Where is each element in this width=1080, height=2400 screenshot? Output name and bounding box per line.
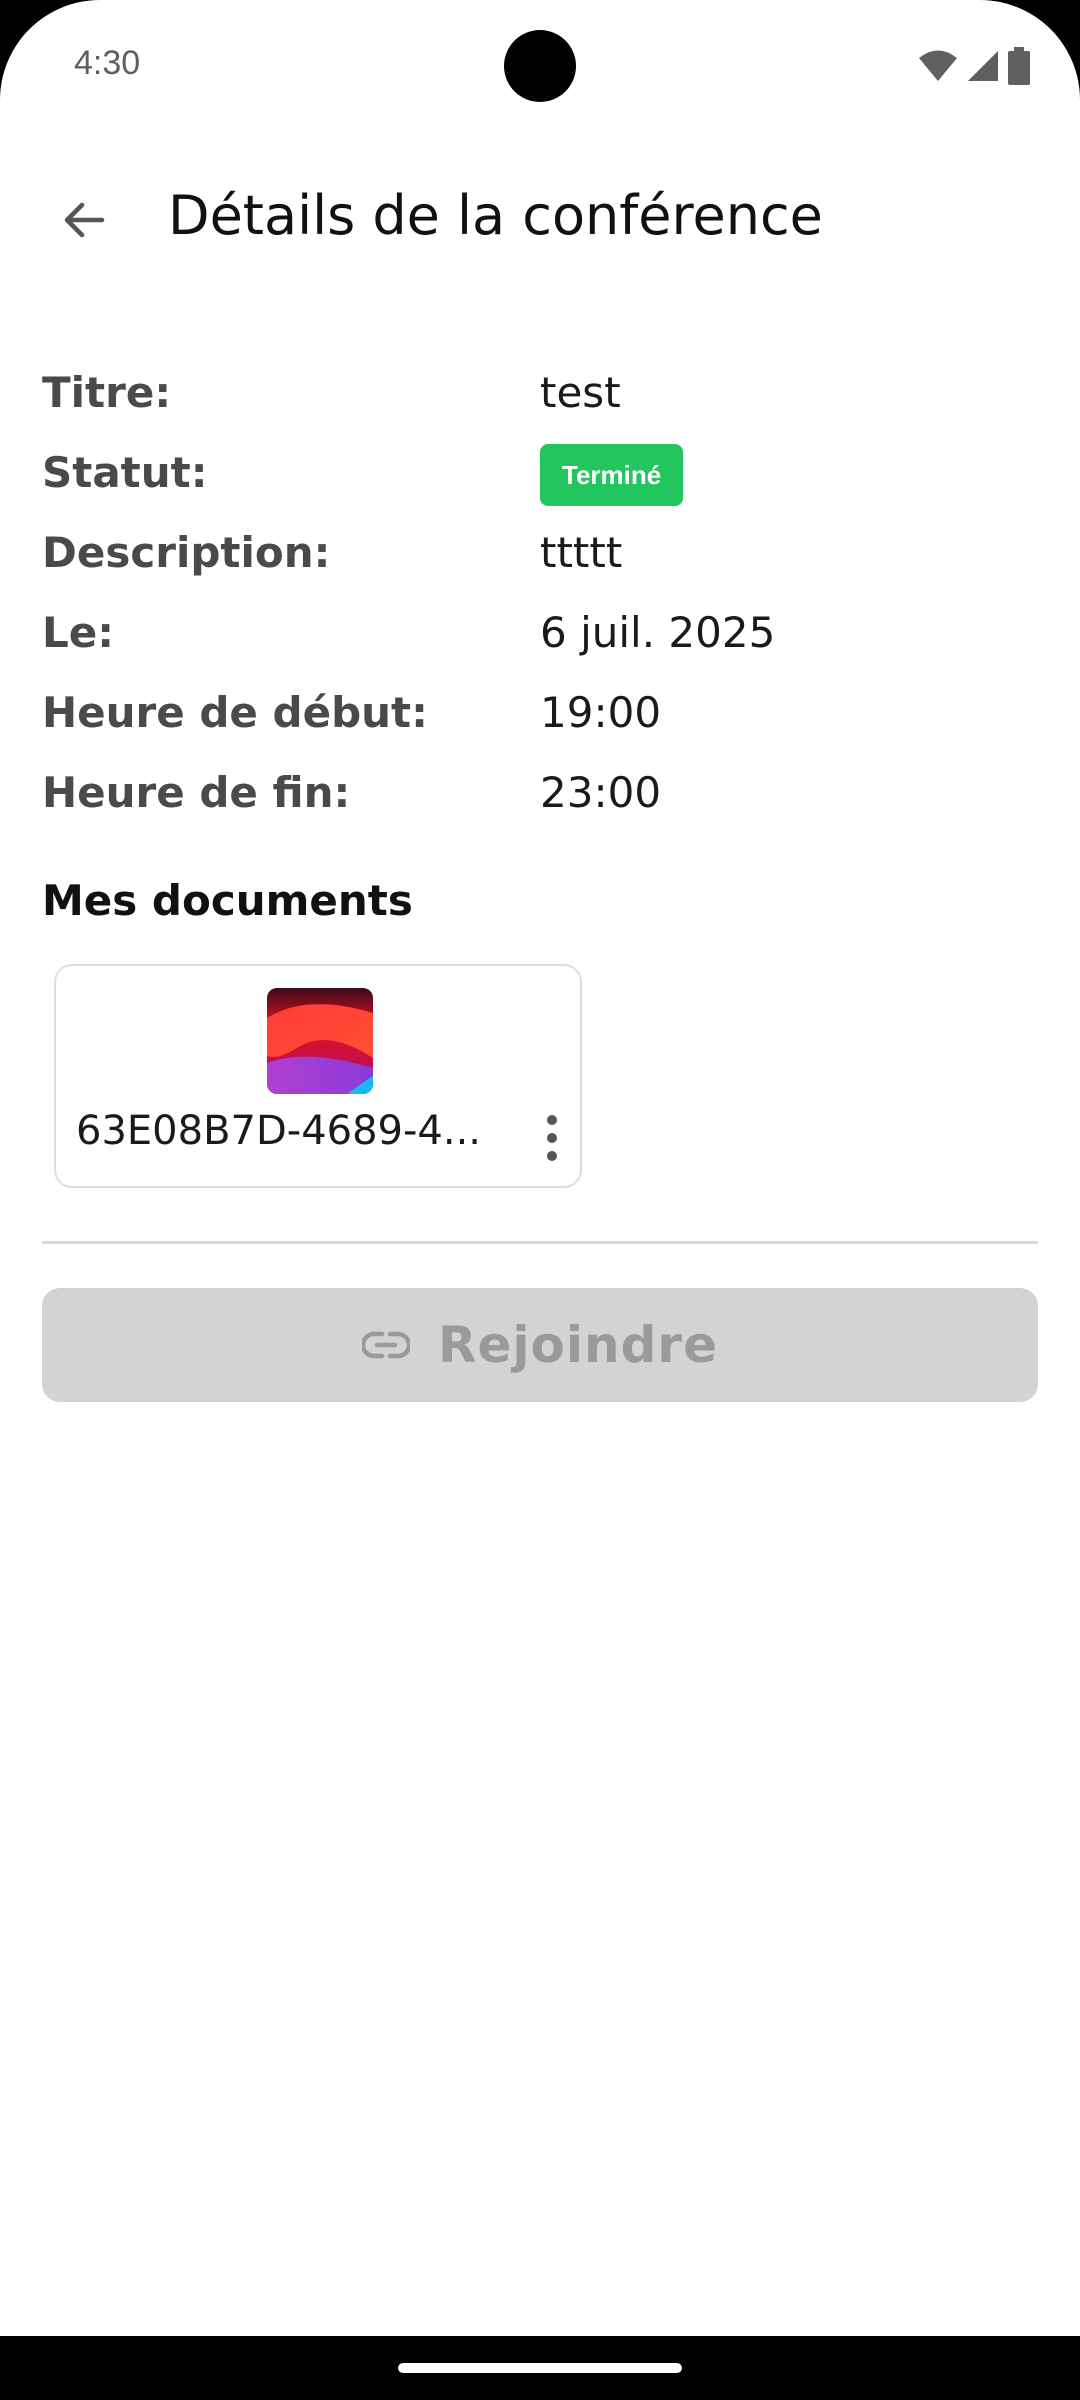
- document-name: 63E08B7D-4689-4...: [76, 1108, 482, 1154]
- detail-row-end-time: Heure de fin: 23:00: [42, 760, 1042, 840]
- detail-row-start-time: Heure de début: 19:00: [42, 680, 1042, 760]
- arrow-back-icon: [64, 202, 105, 238]
- status-time: 4:30: [74, 44, 141, 82]
- join-button-label: Rejoindre: [438, 1316, 718, 1374]
- link-icon: [362, 1331, 410, 1359]
- battery-icon: [1008, 47, 1030, 85]
- start-time-value: 19:00: [540, 688, 662, 737]
- home-indicator[interactable]: [398, 2363, 682, 2373]
- document-card[interactable]: 63E08B7D-4689-4...: [54, 964, 582, 1188]
- status-bar: 4:30: [0, 0, 1080, 130]
- detail-row-date: Le: 6 juil. 2025: [42, 600, 1042, 680]
- start-time-label: Heure de début:: [42, 688, 428, 737]
- description-label: Description:: [42, 528, 331, 577]
- back-button[interactable]: [44, 180, 124, 260]
- camera-cutout: [504, 30, 576, 102]
- status-icons: [918, 46, 1030, 86]
- wifi-icon: [919, 50, 957, 81]
- date-label: Le:: [42, 608, 115, 657]
- detail-row-title: Titre: test: [42, 360, 1042, 440]
- join-button[interactable]: Rejoindre: [42, 1288, 1038, 1402]
- description-value: ttttt: [540, 528, 623, 577]
- status-badge: Terminé: [540, 444, 684, 506]
- top-app-bar: Détails de la conférence: [0, 160, 1080, 280]
- documents-section-title: Mes documents: [42, 876, 413, 925]
- page-title: Détails de la conférence: [168, 184, 823, 247]
- document-thumbnail: [267, 988, 373, 1094]
- conference-details: Titre: test Statut: Terminé Description:…: [42, 360, 1042, 840]
- detail-row-status: Statut: Terminé: [42, 440, 1042, 520]
- divider: [42, 1241, 1038, 1244]
- end-time-label: Heure de fin:: [42, 768, 351, 817]
- date-value: 6 juil. 2025: [540, 608, 776, 657]
- end-time-value: 23:00: [540, 768, 662, 817]
- title-label: Titre:: [42, 368, 172, 417]
- screen: 4:30 Détails de la conférence Titre: tes…: [0, 0, 1080, 2336]
- signal-icon: [968, 51, 998, 81]
- title-value: test: [540, 368, 621, 417]
- status-label: Statut:: [42, 448, 208, 497]
- more-vert-icon[interactable]: [528, 1106, 576, 1170]
- detail-row-description: Description: ttttt: [42, 520, 1042, 600]
